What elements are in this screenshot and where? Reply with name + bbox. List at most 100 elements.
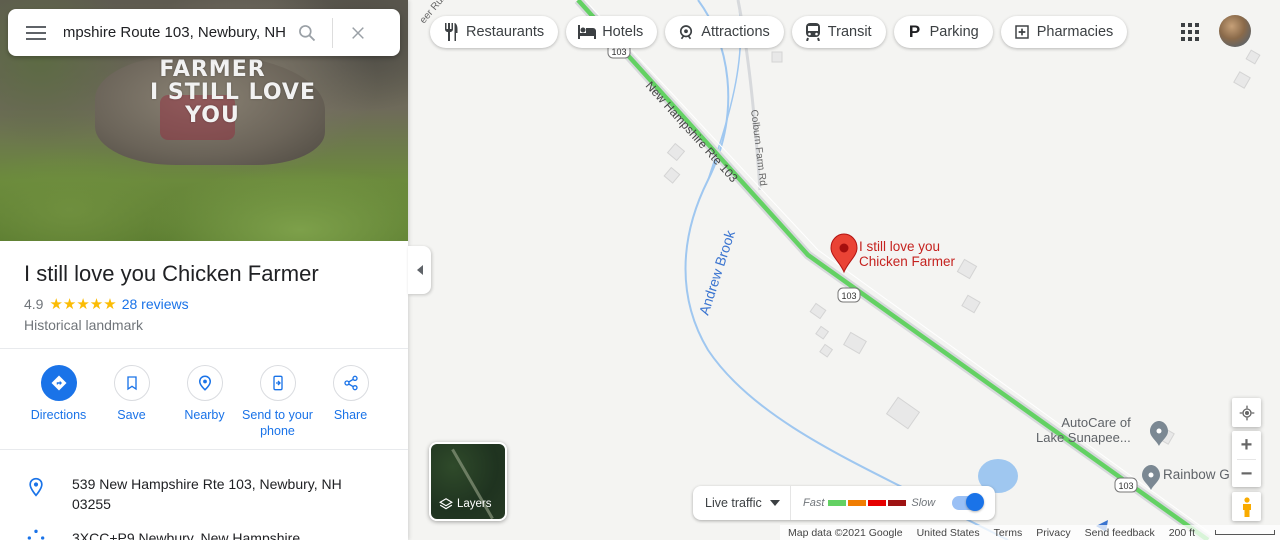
pharmacy-icon xyxy=(1013,23,1031,41)
collapse-arrow-icon xyxy=(416,265,423,275)
directions-label: Directions xyxy=(30,408,87,422)
traffic-mode-dropdown[interactable]: Live traffic xyxy=(693,486,791,520)
chip-restaurants[interactable]: Restaurants xyxy=(430,16,559,48)
layers-label: Layers xyxy=(457,498,492,510)
traffic-fast-label: Fast xyxy=(803,497,825,509)
pegman-icon xyxy=(1242,496,1251,517)
parking-icon: P xyxy=(908,22,921,41)
street-view-pegman[interactable] xyxy=(1232,492,1261,521)
toggle-knob xyxy=(966,493,984,511)
nearby-icon xyxy=(186,365,223,401)
clear-search-button[interactable] xyxy=(337,9,379,56)
chip-attractions[interactable]: Attractions xyxy=(665,16,784,48)
send-to-phone-button[interactable]: Send to your phone xyxy=(241,365,314,439)
menu-button[interactable] xyxy=(8,9,64,56)
traffic-seg-fast xyxy=(828,500,847,506)
close-icon xyxy=(352,26,364,39)
category-chips: Restaurants Hotels Attractions Transit P… xyxy=(430,16,1128,48)
traffic-seg-medium xyxy=(848,500,867,506)
traffic-seg-very-slow xyxy=(888,500,907,506)
action-buttons: Directions Save Nearby Send to your phon… xyxy=(0,365,408,439)
search-box xyxy=(8,9,400,56)
traffic-panel: Live traffic Fast Slow xyxy=(693,486,995,520)
send-to-phone-label: Send to your phone xyxy=(242,408,313,438)
my-location-icon xyxy=(1239,405,1254,420)
nearby-label: Nearby xyxy=(184,408,225,422)
location-pin-icon xyxy=(0,474,72,514)
chip-hotels[interactable]: Hotels xyxy=(566,16,658,48)
directions-button[interactable]: Directions xyxy=(22,365,95,439)
zoom-out-button[interactable]: − xyxy=(1232,460,1261,488)
chip-label: Parking xyxy=(929,24,979,40)
nearby-button[interactable]: Nearby xyxy=(168,365,241,439)
map-data-attribution: Map data ©2021 Google xyxy=(788,526,903,539)
maps-app: 103 103 103 New Hampshire Rte 103 Andrew… xyxy=(0,0,1280,540)
traffic-toggle[interactable] xyxy=(952,493,984,511)
shield-text: 103 xyxy=(1118,481,1133,491)
zoom-controls: + − xyxy=(1232,431,1261,487)
chip-parking[interactable]: P Parking xyxy=(893,16,993,48)
scale-label: 200 ft xyxy=(1168,526,1195,539)
layers-label-group: Layers xyxy=(439,497,492,511)
chip-label: Hotels xyxy=(602,24,644,40)
restaurant-icon xyxy=(442,23,460,41)
share-label: Share xyxy=(333,408,368,422)
chip-pharmacies[interactable]: Pharmacies xyxy=(1000,16,1128,48)
stream-label: Andrew Brook xyxy=(696,227,739,317)
hamburger-menu-icon xyxy=(26,25,46,40)
save-button[interactable]: Save xyxy=(95,365,168,439)
search-button[interactable] xyxy=(286,9,328,56)
apps-grid-icon xyxy=(1181,23,1199,41)
poi-label-autocare[interactable]: AutoCare of Lake Sunapee... xyxy=(1036,415,1131,445)
share-icon xyxy=(332,365,369,401)
place-pin xyxy=(830,233,858,274)
chip-transit[interactable]: Transit xyxy=(791,16,886,48)
traffic-seg-slow xyxy=(868,500,887,506)
route-103-traffic xyxy=(576,0,1210,540)
privacy-link[interactable]: Privacy xyxy=(1036,527,1070,539)
plus-code-text: 3XCC+P9 Newbury, New Hampshire xyxy=(72,530,301,540)
divider xyxy=(0,348,408,349)
traffic-legend: Fast Slow xyxy=(791,497,946,509)
zoom-in-button[interactable]: + xyxy=(1232,431,1261,459)
hotel-icon xyxy=(578,23,597,41)
save-label: Save xyxy=(117,408,146,422)
chip-label: Pharmacies xyxy=(1036,24,1114,40)
place-category: Historical landmark xyxy=(24,317,144,333)
google-apps-button[interactable] xyxy=(1176,18,1204,46)
plus-code-row[interactable]: 3XCC+P9 Newbury, New Hampshire xyxy=(0,528,408,540)
send-to-phone-icon xyxy=(259,365,296,401)
route-103-road xyxy=(574,0,1211,540)
traffic-mode-label: Live traffic xyxy=(705,496,762,510)
directions-icon xyxy=(40,365,77,401)
plus-code-icon xyxy=(0,528,72,540)
account-avatar[interactable] xyxy=(1219,15,1251,47)
attractions-icon xyxy=(677,23,695,41)
terms-link[interactable]: Terms xyxy=(994,527,1023,539)
map-footer: Map data ©2021 Google United States Term… xyxy=(780,525,1280,540)
map-canvas[interactable]: 103 103 103 New Hampshire Rte 103 Andrew… xyxy=(408,0,1280,540)
reviews-link[interactable]: 28 reviews xyxy=(122,296,189,312)
chip-label: Transit xyxy=(827,24,872,40)
search-input[interactable] xyxy=(64,24,286,41)
rating-value: 4.9 xyxy=(24,296,44,312)
address-row[interactable]: 539 New Hampshire Rte 103, Newbury, NH 0… xyxy=(0,474,408,514)
poi-label-rainbow[interactable]: Rainbow G xyxy=(1163,467,1230,482)
rating-row: 4.9 ★★★★★ 28 reviews xyxy=(24,295,384,313)
route-shield-bottom: 103 xyxy=(1114,477,1138,493)
map-graphics: 103 103 103 New Hampshire Rte 103 Andrew… xyxy=(418,0,1261,540)
region-link[interactable]: United States xyxy=(917,527,980,539)
pin-label[interactable]: I still love you Chicken Farmer xyxy=(859,239,955,269)
scale-bar xyxy=(1215,530,1275,535)
shield-text: 103 xyxy=(841,291,856,301)
farm-road-label: Colburn Farm Rd xyxy=(748,109,768,186)
layers-button[interactable]: Layers xyxy=(429,442,507,521)
traffic-slow-label: Slow xyxy=(911,497,936,509)
share-button[interactable]: Share xyxy=(314,365,387,439)
scale-control[interactable]: 200 ft xyxy=(1169,527,1280,539)
my-location-button[interactable] xyxy=(1232,398,1261,427)
photo-painted-text: FARMER I STILL LOVE YOU xyxy=(150,57,315,128)
send-feedback-link[interactable]: Send feedback xyxy=(1085,527,1155,539)
rating-stars-icon: ★★★★★ xyxy=(49,296,117,313)
collapse-panel-button[interactable] xyxy=(408,246,431,294)
